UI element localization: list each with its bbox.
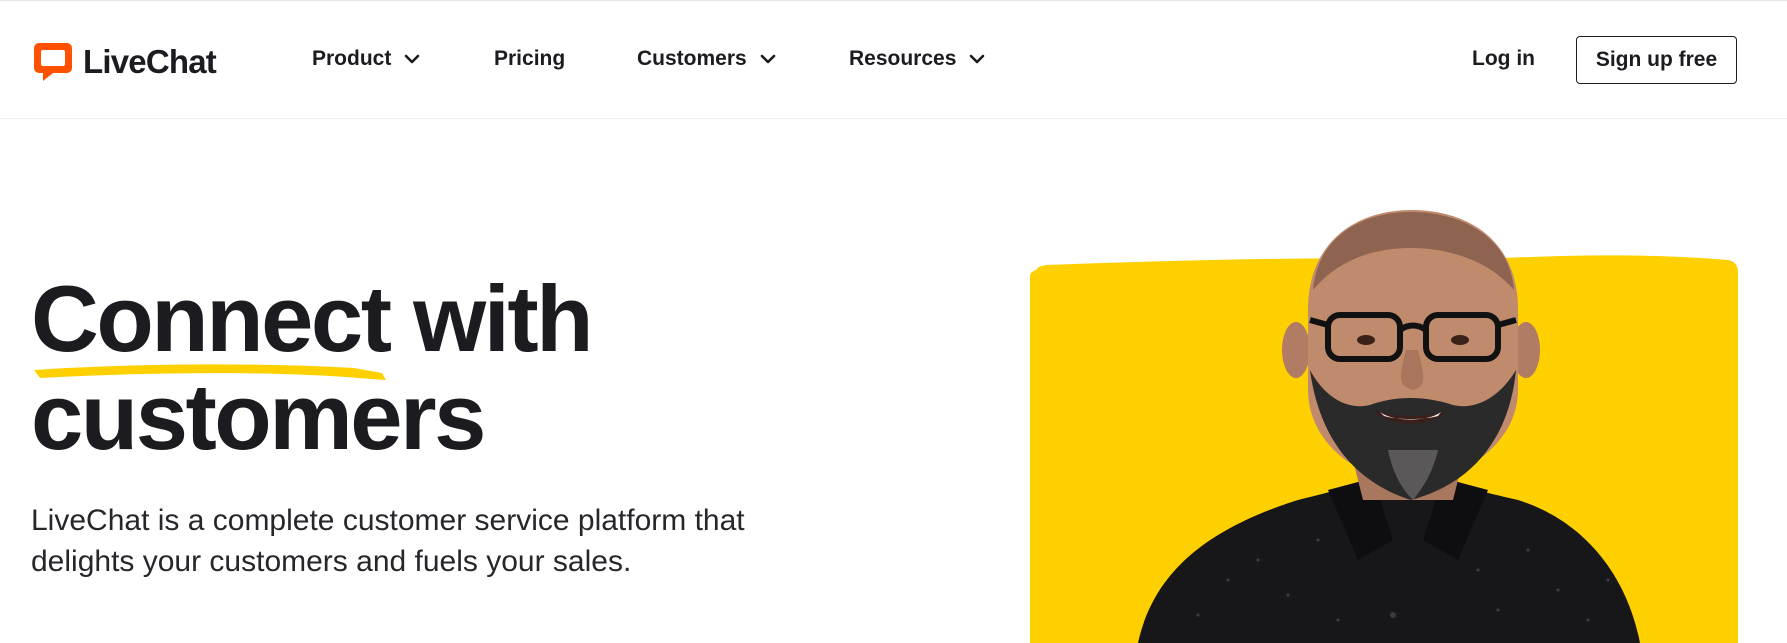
- nav-item-label: Resources: [849, 47, 957, 70]
- highlight-underline: [34, 364, 386, 380]
- chevron-down-icon: [405, 54, 420, 64]
- nav-item-label: Product: [312, 47, 392, 70]
- hero-description: LiveChat is a complete customer service …: [31, 504, 745, 578]
- nav-item-product[interactable]: Product: [312, 41, 420, 77]
- livechat-logo[interactable]: LiveChat: [31, 39, 217, 83]
- login-link[interactable]: Log in: [1472, 41, 1535, 77]
- nav-item-label: Customers: [637, 47, 747, 70]
- signup-button[interactable]: Sign up free: [1576, 36, 1737, 84]
- hero-title-word: with: [413, 266, 593, 371]
- person-photo: [1030, 210, 1738, 643]
- nav-item-label: Pricing: [494, 47, 566, 70]
- nav-item-resources[interactable]: Resources: [849, 41, 985, 77]
- chevron-down-icon: [760, 54, 776, 64]
- chevron-down-icon: [970, 54, 985, 64]
- nav-item-customers[interactable]: Customers: [637, 41, 776, 77]
- brand-name: LiveChat: [83, 42, 217, 80]
- hero-image: [1028, 200, 1738, 643]
- nav-item-pricing[interactable]: Pricing: [494, 41, 565, 77]
- site-header: LiveChat Product Pricing Customers Resou…: [0, 1, 1787, 119]
- hero-title-line-1: Connect with: [31, 270, 594, 368]
- speech-bubble-icon: [34, 43, 72, 81]
